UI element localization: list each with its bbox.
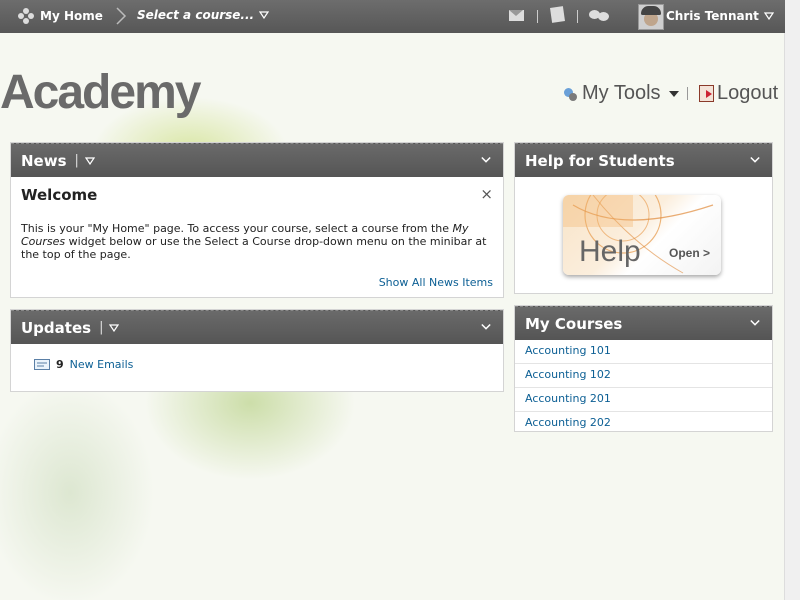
logout-icon [699, 85, 714, 102]
help-open-label: Open > [669, 246, 711, 260]
news-item-title: Welcome [21, 186, 98, 204]
course-selector-label: Select a course... [137, 8, 255, 22]
my-courses-title: My Courses [525, 314, 623, 333]
help-title: Help for Students [525, 151, 675, 170]
updates-widget-header: Updates | [11, 310, 503, 344]
my-home-link[interactable]: My Home [18, 8, 103, 24]
my-courses-widget: My Courses Accounting 101 Accounting 102… [514, 305, 773, 432]
home-flower-icon [18, 8, 34, 24]
course-link[interactable]: Accounting 201 [525, 392, 611, 405]
course-item[interactable]: Accounting 101 [515, 340, 772, 364]
collapse-chevron-icon[interactable] [481, 322, 491, 332]
help-banner[interactable]: Help Open > [563, 195, 721, 275]
user-menu[interactable]: Chris Tennant [666, 9, 774, 23]
close-icon[interactable]: × [480, 185, 493, 203]
news-item-body: This is your "My Home" page. To access y… [21, 222, 487, 261]
email-icon [34, 359, 50, 370]
my-tools-label: My Tools [582, 82, 661, 104]
new-emails-item: 9 New Emails [34, 358, 133, 371]
course-item[interactable]: Accounting 201 [515, 388, 772, 412]
show-all-news-link[interactable]: Show All News Items [379, 276, 493, 289]
academy-logo: Academy [0, 66, 201, 119]
breadcrumb-chevron-icon [116, 7, 127, 25]
messages-icon[interactable] [589, 10, 611, 22]
chevron-down-icon [259, 11, 270, 19]
email-icon[interactable] [509, 10, 524, 21]
collapse-chevron-icon[interactable] [750, 318, 760, 328]
news-title: News [21, 151, 67, 170]
course-link[interactable]: Accounting 202 [525, 416, 611, 429]
my-home-label: My Home [40, 9, 103, 23]
help-widget: Help for Students Help Open > [514, 142, 773, 294]
help-banner-text: Help [579, 235, 641, 268]
avatar[interactable] [638, 4, 664, 30]
logout-link[interactable]: Logout [699, 82, 778, 105]
course-item[interactable]: Accounting 202 [515, 412, 772, 435]
updates-icon[interactable] [550, 6, 565, 23]
dropdown-arrow-icon [668, 90, 679, 97]
updates-menu-icon[interactable] [109, 323, 120, 332]
updates-widget: Updates | 9 New Emails [10, 309, 504, 392]
course-item[interactable]: Accounting 102 [515, 364, 772, 388]
my-courses-widget-header: My Courses [515, 306, 772, 340]
news-widget: News | Welcome × This is your "My Home" … [10, 142, 504, 298]
user-name: Chris Tennant [666, 9, 759, 23]
minibar: My Home Select a course... Chris Tennant [0, 0, 785, 33]
course-link[interactable]: Accounting 102 [525, 368, 611, 381]
divider [687, 87, 688, 100]
window-scrollbar[interactable] [784, 0, 800, 600]
new-emails-link[interactable]: New Emails [70, 358, 134, 371]
email-count: 9 [56, 358, 64, 371]
course-link[interactable]: Accounting 101 [525, 344, 611, 357]
help-widget-header: Help for Students [515, 143, 772, 177]
collapse-chevron-icon[interactable] [481, 155, 491, 165]
tools-icon [563, 86, 578, 102]
divider [577, 10, 578, 23]
logout-label: Logout [717, 82, 779, 104]
news-widget-header: News | [11, 143, 503, 177]
updates-title: Updates [21, 318, 92, 337]
collapse-chevron-icon[interactable] [750, 155, 760, 165]
divider [537, 10, 538, 23]
chevron-down-icon [763, 12, 774, 20]
my-tools-menu[interactable]: My Tools [563, 82, 679, 105]
course-selector[interactable]: Select a course... [137, 8, 270, 22]
news-menu-icon[interactable] [84, 156, 95, 165]
